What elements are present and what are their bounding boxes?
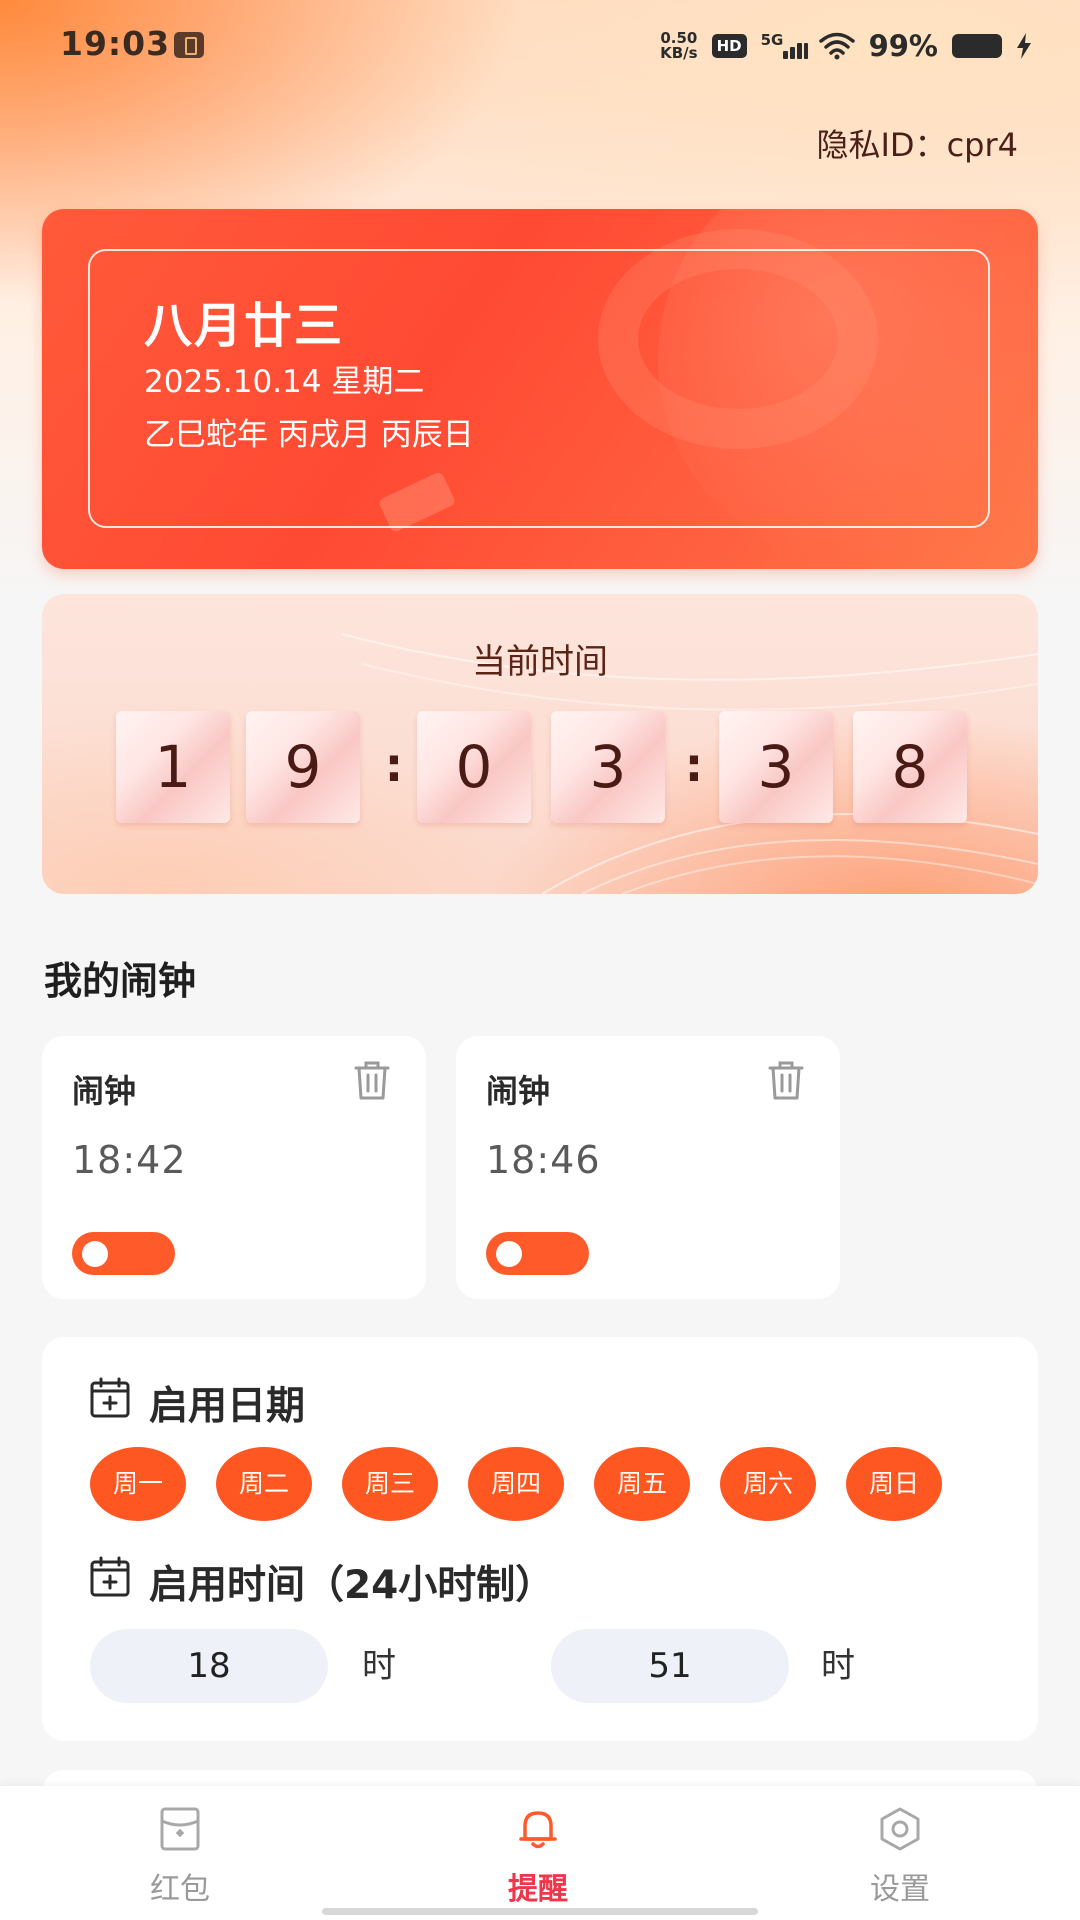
bottom-nav: 红包 提醒 设置 (0, 1786, 1080, 1920)
battery-icon (952, 34, 1002, 58)
nav-label: 提醒 (508, 1872, 568, 1907)
alarm-time: 18:42 (72, 1138, 187, 1182)
battery-percent: 99% (868, 29, 938, 63)
nav-red-packet[interactable]: 红包 (80, 1786, 280, 1920)
alarm-toggle[interactable] (72, 1232, 175, 1275)
alarm-card[interactable]: 闹钟 18:42 (42, 1036, 426, 1299)
home-indicator[interactable] (322, 1908, 758, 1915)
nav-label: 设置 (870, 1872, 930, 1907)
time-digit: 3 (719, 711, 833, 823)
alarm-name: 闹钟 (72, 1072, 137, 1110)
red-packet-icon (160, 1807, 200, 1851)
nav-label: 红包 (150, 1872, 210, 1907)
status-bar: 19:03 0.50 KB/s HD 5G 99% (0, 0, 1080, 92)
toggle-knob (496, 1241, 522, 1267)
gregorian-date: 2025.10.14 星期二 (144, 364, 425, 400)
hour-input[interactable]: 18 (90, 1629, 328, 1703)
time-digit: 3 (551, 711, 665, 823)
day-monday[interactable]: 周一 (90, 1447, 186, 1521)
privacy-id: 隐私ID：cpr4 (816, 126, 1018, 164)
minute-input[interactable]: 51 (551, 1629, 789, 1703)
status-time: 19:03 (60, 24, 171, 63)
current-time-card: 当前时间 1 9 : 0 3 : 3 8 (42, 594, 1038, 894)
enable-time-label: 启用时间（24小时制） (149, 1563, 555, 1608)
calendar-icon (90, 1556, 130, 1597)
nav-reminder[interactable]: 提醒 (438, 1786, 638, 1920)
lunar-calendar-card: 八月廿三 2025.10.14 星期二 乙巳蛇年 丙戌月 丙辰日 (42, 209, 1038, 569)
charging-icon (1017, 33, 1031, 59)
ganzhi-date: 乙巳蛇年 丙戌月 丙辰日 (144, 417, 474, 453)
day-sunday[interactable]: 周日 (846, 1447, 942, 1521)
wifi-icon (818, 32, 855, 60)
alarm-card[interactable]: 闹钟 18:46 (456, 1036, 840, 1299)
usb-debug-icon (174, 32, 204, 58)
day-wednesday[interactable]: 周三 (342, 1447, 438, 1521)
time-digit: 1 (116, 711, 230, 823)
calendar-icon (90, 1377, 130, 1418)
hd-badge: HD (711, 34, 747, 58)
time-digit: 0 (417, 711, 531, 823)
time-separator: : (384, 738, 404, 792)
day-saturday[interactable]: 周六 (720, 1447, 816, 1521)
settings-icon (880, 1807, 920, 1851)
minute-unit: 时 (821, 1646, 855, 1686)
alarm-settings-card: 启用日期 周一 周二 周三 周四 周五 周六 周日 启用时间（24小时制） 18… (42, 1337, 1038, 1741)
alarm-name: 闹钟 (486, 1072, 551, 1110)
toggle-knob (82, 1241, 108, 1267)
delete-icon[interactable] (762, 1056, 810, 1104)
cellular-signal-icon: 5G (761, 31, 808, 61)
alarm-time: 18:46 (486, 1138, 601, 1182)
time-separator: : (684, 738, 704, 792)
nav-settings[interactable]: 设置 (800, 1786, 1000, 1920)
network-speed: 0.50 KB/s (660, 29, 698, 62)
day-tuesday[interactable]: 周二 (216, 1447, 312, 1521)
bell-icon (519, 1811, 557, 1849)
alarm-toggle[interactable] (486, 1232, 589, 1275)
current-time-title: 当前时间 (472, 642, 608, 682)
day-friday[interactable]: 周五 (594, 1447, 690, 1521)
hour-unit: 时 (362, 1646, 396, 1686)
time-digit: 9 (246, 711, 360, 823)
day-thursday[interactable]: 周四 (468, 1447, 564, 1521)
lunar-date: 八月廿三 (144, 298, 345, 354)
time-digit: 8 (853, 711, 967, 823)
enable-date-label: 启用日期 (149, 1384, 306, 1429)
my-alarms-title: 我的闹钟 (44, 959, 197, 1003)
delete-icon[interactable] (348, 1056, 396, 1104)
